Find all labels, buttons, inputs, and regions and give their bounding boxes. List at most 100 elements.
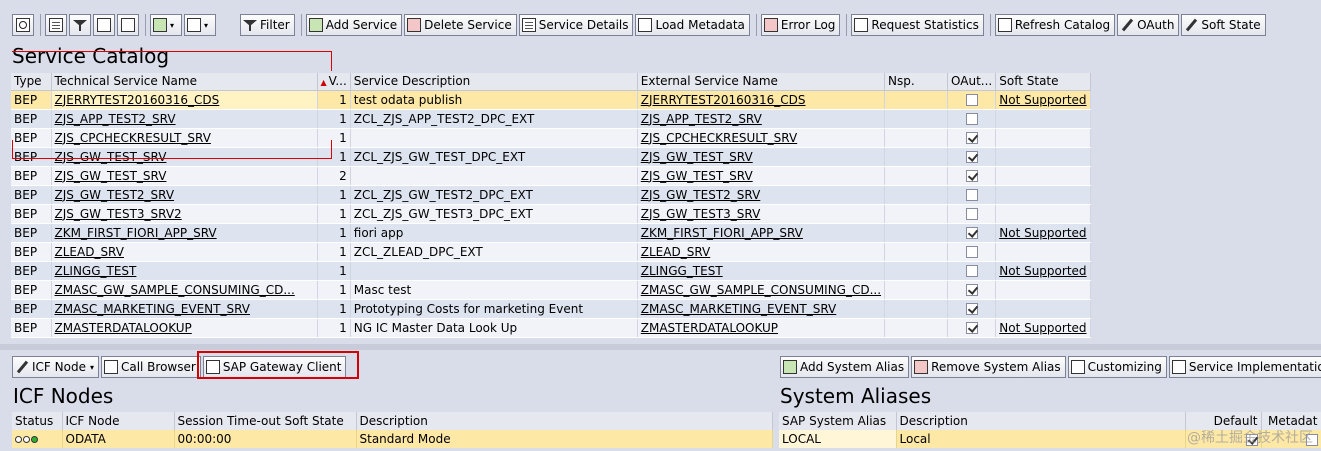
icf-row[interactable]: ODATA 00:00:00 Standard Mode — [12, 430, 773, 448]
call-browser-button[interactable]: Call Browser — [100, 356, 201, 378]
technical-name-cell[interactable]: ZJS_GW_TEST_SRV — [51, 166, 318, 186]
remove-system-alias-button[interactable]: Remove System Alias — [911, 356, 1066, 378]
technical-name-cell-link[interactable]: ZMASTERDATALOOKUP — [55, 321, 192, 335]
soft-state-button[interactable]: Soft State — [1181, 14, 1266, 36]
technical-name-cell[interactable]: ZMASTERDATALOOKUP — [51, 318, 318, 338]
oauth-checkbox[interactable] — [965, 265, 978, 277]
technical-name-cell-link[interactable]: ZMASC_GW_SAMPLE_CONSUMING_CD... — [55, 283, 295, 297]
table-row[interactable]: BEP ZJS_GW_TEST_SRV 2 ZJS_GW_TEST_SRV — [11, 166, 1091, 186]
export-button[interactable]: ▾ — [150, 14, 182, 36]
request-statistics-button[interactable]: Request Statistics — [851, 14, 984, 36]
error-log-button[interactable]: Error Log — [760, 14, 841, 36]
oauth-checkbox[interactable] — [965, 322, 978, 334]
soft-state-cell-link[interactable]: Not Supported — [999, 264, 1086, 278]
table-row[interactable]: BEP ZKM_FIRST_FIORI_APP_SRV 1 fiori app ZKM_… — [11, 223, 1091, 243]
external-name-cell[interactable]: ZMASC_GW_SAMPLE_CONSUMING_CD... — [637, 280, 886, 300]
table-row[interactable]: BEP ZLINGG_TEST 1 ZLINGG_TEST Not Supported — [11, 261, 1091, 281]
oauth-checkbox[interactable] — [965, 132, 978, 144]
col-header-type[interactable]: Type — [11, 73, 52, 91]
soft-state-cell[interactable]: Not Supported — [995, 223, 1091, 243]
add-system-alias-button[interactable]: Add System Alias — [780, 356, 910, 378]
technical-name-cell-link[interactable]: ZJS_GW_TEST_SRV — [55, 169, 167, 183]
technical-name-cell[interactable]: ZJS_APP_TEST2_SRV — [51, 109, 318, 129]
external-name-cell-link[interactable]: ZJS_CPCHECKRESULT_SRV — [641, 131, 797, 145]
external-name-cell-link[interactable]: ZMASTERDATALOOKUP — [641, 321, 778, 335]
col-header-service-description[interactable]: Service Description — [350, 73, 638, 91]
technical-name-cell-link[interactable]: ZKM_FIRST_FIORI_APP_SRV — [55, 226, 217, 240]
oauth-checkbox[interactable] — [965, 303, 978, 315]
table-row[interactable]: BEP ZJS_GW_TEST2_SRV 1 ZCL_ZJS_GW_TEST2_DPC… — [11, 185, 1091, 205]
table-row[interactable]: BEP ZMASTERDATALOOKUP 1 NG IC Master Data L… — [11, 318, 1091, 338]
external-name-cell[interactable]: ZJS_GW_TEST3_SRV — [637, 204, 886, 224]
load-metadata-button[interactable]: Load Metadata — [635, 14, 750, 36]
col-header-technical-service-name[interactable]: Technical Service Name — [51, 73, 318, 91]
external-name-cell[interactable]: ZLEAD_SRV — [637, 242, 886, 262]
oauth-checkbox[interactable] — [965, 94, 978, 106]
technical-name-cell[interactable]: ZLINGG_TEST — [51, 261, 318, 281]
oauth-checkbox[interactable] — [965, 227, 978, 239]
table-row[interactable]: BEP ZJS_APP_TEST2_SRV 1 ZCL_ZJS_APP_TEST2_D… — [11, 109, 1091, 129]
details-button[interactable] — [12, 14, 34, 36]
external-name-cell-link[interactable]: ZLINGG_TEST — [641, 264, 723, 278]
filter-set-button[interactable] — [69, 14, 91, 36]
oauth-checkbox[interactable] — [965, 170, 978, 182]
technical-name-cell-link[interactable]: ZMASC_MARKETING_EVENT_SRV — [55, 302, 250, 316]
technical-name-cell-link[interactable]: ZJS_GW_TEST3_SRV2 — [55, 207, 182, 221]
external-name-cell-link[interactable]: ZJS_GW_TEST_SRV — [641, 169, 753, 183]
external-name-cell[interactable]: ZMASC_MARKETING_EVENT_SRV — [637, 299, 886, 319]
technical-name-cell-link[interactable]: ZJS_APP_TEST2_SRV — [55, 112, 176, 126]
col-header-namespace[interactable]: Nsp. — [884, 73, 949, 91]
technical-name-cell-link[interactable]: ZJS_CPCHECKRESULT_SRV — [55, 131, 211, 145]
soft-state-cell-link[interactable]: Not Supported — [999, 321, 1086, 335]
col-header-system-alias[interactable]: SAP System Alias — [779, 412, 897, 430]
table-row[interactable]: BEP ZJS_GW_TEST_SRV 1 ZCL_ZJS_GW_TEST_DPC_E… — [11, 147, 1091, 167]
oauth-checkbox[interactable] — [965, 189, 978, 201]
technical-name-cell[interactable]: ZJERRYTEST20160316_CDS — [51, 90, 318, 110]
icf-node-button[interactable]: ICF Node ▾ — [12, 356, 99, 378]
col-header-external-service-name[interactable]: External Service Name — [637, 73, 886, 91]
oauth-checkbox[interactable] — [965, 151, 978, 163]
technical-name-cell[interactable]: ZMASC_GW_SAMPLE_CONSUMING_CD... — [51, 280, 318, 300]
external-name-cell[interactable]: ZJS_CPCHECKRESULT_SRV — [637, 128, 886, 148]
technical-name-cell-link[interactable]: ZLEAD_SRV — [55, 245, 124, 259]
delete-service-button[interactable]: Delete Service — [404, 14, 517, 36]
col-header-session-timeout[interactable]: Session Time-out Soft State — [174, 412, 357, 430]
col-header-version[interactable]: ▲ V... — [317, 73, 351, 91]
technical-name-cell[interactable]: ZJS_GW_TEST2_SRV — [51, 185, 318, 205]
external-name-cell-link[interactable]: ZKM_FIRST_FIORI_APP_SRV — [641, 226, 803, 240]
table-row[interactable]: BEP ZLEAD_SRV 1 ZCL_ZLEAD_DPC_EXT ZLEAD_SRV — [11, 242, 1091, 262]
technical-name-cell-link[interactable]: ZJS_GW_TEST_SRV — [55, 150, 167, 164]
table-row[interactable]: BEP ZJS_CPCHECKRESULT_SRV 1 ZJS_CPCHECKRESU… — [11, 128, 1091, 148]
soft-state-cell[interactable]: Not Supported — [995, 318, 1091, 338]
external-name-cell[interactable]: ZMASTERDATALOOKUP — [637, 318, 886, 338]
external-name-cell[interactable]: ZKM_FIRST_FIORI_APP_SRV — [637, 223, 886, 243]
find-next-button[interactable] — [117, 14, 139, 36]
col-header-icf-description[interactable]: Description — [356, 412, 773, 430]
external-name-cell[interactable]: ZJS_GW_TEST_SRV — [637, 147, 886, 167]
external-name-cell-link[interactable]: ZJS_GW_TEST_SRV — [641, 150, 753, 164]
refresh-catalog-button[interactable]: Refresh Catalog — [994, 14, 1116, 36]
col-header-icf-node[interactable]: ICF Node — [62, 412, 175, 430]
external-name-cell[interactable]: ZJERRYTEST20160316_CDS — [637, 90, 886, 110]
external-name-cell[interactable]: ZJS_APP_TEST2_SRV — [637, 109, 886, 129]
oauth-checkbox[interactable] — [965, 208, 978, 220]
technical-name-cell[interactable]: ZMASC_MARKETING_EVENT_SRV — [51, 299, 318, 319]
technical-name-cell[interactable]: ZLEAD_SRV — [51, 242, 318, 262]
table-row[interactable]: BEP ZMASC_GW_SAMPLE_CONSUMING_CD... 1 Masc … — [11, 280, 1091, 300]
find-button[interactable] — [93, 14, 115, 36]
external-name-cell-link[interactable]: ZJS_GW_TEST2_SRV — [641, 188, 761, 202]
col-header-soft-state[interactable]: Soft State — [995, 73, 1091, 91]
external-name-cell[interactable]: ZJS_GW_TEST_SRV — [637, 166, 886, 186]
layout-button[interactable]: ▾ — [184, 14, 216, 36]
filter-button[interactable]: Filter — [240, 14, 295, 36]
external-name-cell-link[interactable]: ZLEAD_SRV — [641, 245, 710, 259]
technical-name-cell[interactable]: ZJS_GW_TEST_SRV — [51, 147, 318, 167]
technical-name-cell-link[interactable]: ZJERRYTEST20160316_CDS — [55, 93, 220, 107]
soft-state-cell[interactable]: Not Supported — [995, 261, 1091, 281]
technical-name-cell[interactable]: ZJS_GW_TEST3_SRV2 — [51, 204, 318, 224]
customizing-button[interactable]: Customizing — [1067, 356, 1167, 378]
external-name-cell[interactable]: ZJS_GW_TEST2_SRV — [637, 185, 886, 205]
add-service-button[interactable]: Add Service — [305, 14, 403, 36]
service-implementation-button[interactable]: Service Implementation — [1168, 356, 1321, 378]
technical-name-cell[interactable]: ZJS_CPCHECKRESULT_SRV — [51, 128, 318, 148]
